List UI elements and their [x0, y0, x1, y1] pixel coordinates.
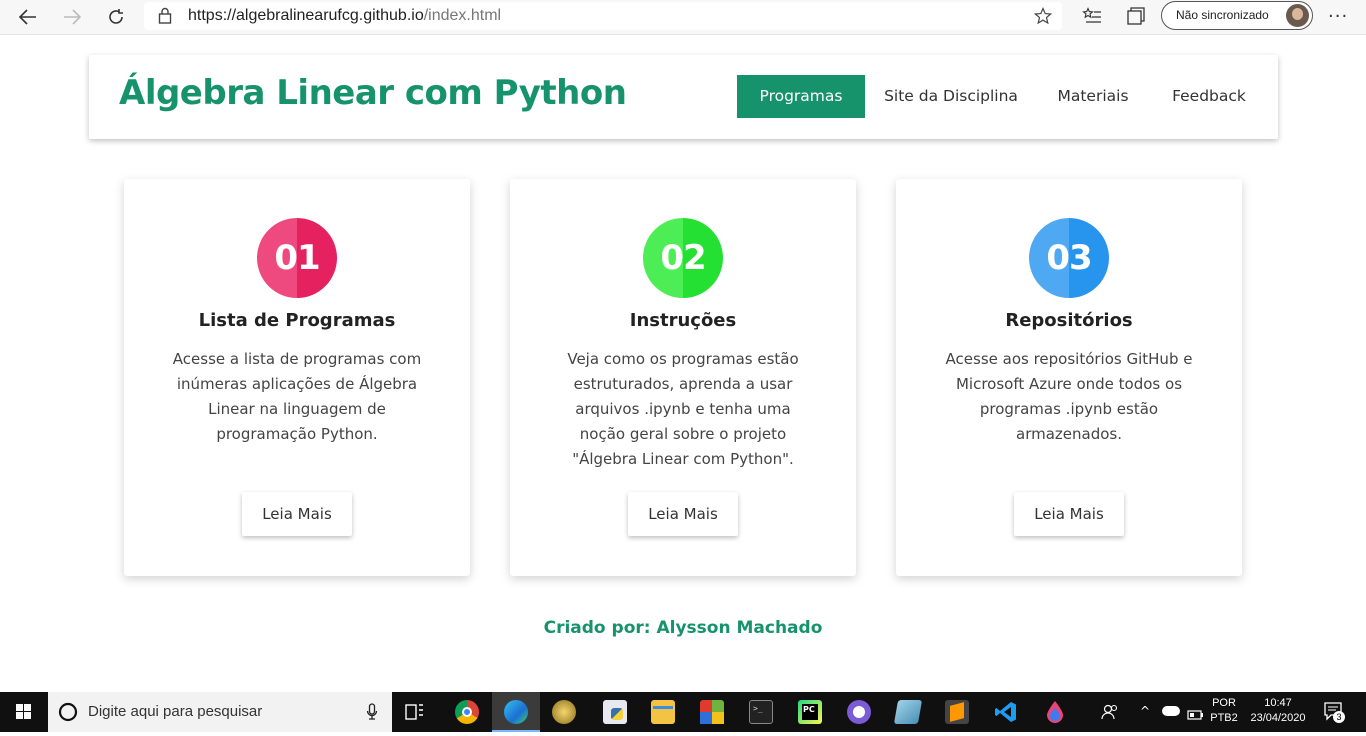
footer-credit: Criado por: Alysson Machado	[543, 618, 823, 638]
favorite-star-icon[interactable]	[1033, 6, 1053, 29]
desc-line: "Álgebra Linear com Python".	[572, 450, 794, 468]
card-description: Veja como os programas estão estruturado…	[546, 347, 820, 472]
desc-line: armazenados.	[1016, 425, 1122, 443]
taskbar: Digite aqui para pesquisar >_ PC ^ POR P…	[0, 692, 1366, 732]
taskbar-search-input[interactable]: Digite aqui para pesquisar	[48, 692, 392, 732]
file-explorer-icon[interactable]	[651, 700, 675, 724]
app-gold-icon[interactable]	[552, 700, 576, 724]
card-title: Lista de Programas	[198, 310, 396, 331]
chevron-up-icon[interactable]: ^	[1140, 704, 1150, 718]
nav-feedback[interactable]: Feedback	[1157, 75, 1261, 118]
keyboard-layout: PTB2	[1210, 712, 1238, 724]
github-desktop-icon[interactable]	[847, 700, 871, 724]
desc-line: estruturados, aprenda a usar	[573, 375, 793, 393]
card-lista-de-programas: 01 Lista de Programas Acesse a lista de …	[124, 179, 470, 576]
desc-line: Linear na linguagem de	[208, 400, 386, 418]
card-description: Acesse aos repositórios GitHub e Microso…	[932, 347, 1206, 447]
forward-icon[interactable]	[58, 4, 86, 30]
desc-line: Microsoft Azure onde todos os	[955, 375, 1183, 393]
app-blue-icon[interactable]	[893, 700, 923, 724]
battery-icon[interactable]	[1187, 706, 1205, 725]
avatar	[1286, 4, 1309, 27]
url-text: https://algebralinearufcg.github.io/inde…	[188, 7, 501, 25]
terminal-icon[interactable]: >_	[749, 700, 773, 724]
browser-toolbar: https://algebralinearufcg.github.io/inde…	[0, 0, 1366, 35]
desc-line: Veja como os programas estão	[567, 350, 799, 368]
desc-line: programação Python.	[216, 425, 378, 443]
droplet-app-icon[interactable]	[1043, 700, 1067, 724]
clock-time: 10:47	[1264, 697, 1292, 709]
chrome-icon[interactable]	[455, 700, 479, 724]
edge-icon	[504, 700, 528, 724]
language-indicator[interactable]: POR PTB2	[1206, 697, 1242, 724]
desc-line: inúmeras aplicações de Álgebra	[176, 375, 418, 393]
nav-site-da-disciplina[interactable]: Site da Disciplina	[873, 75, 1029, 118]
people-icon[interactable]	[1101, 703, 1119, 725]
leia-mais-button[interactable]: Leia Mais	[628, 492, 738, 536]
refresh-icon[interactable]	[102, 4, 130, 30]
desc-line: arquivos .ipynb e tenha uma	[575, 400, 791, 418]
card-instrucoes: 02 Instruções Veja como os programas est…	[510, 179, 856, 576]
desc-line: Acesse a lista de programas com	[172, 350, 422, 368]
edge-taskbar-button[interactable]	[492, 692, 540, 732]
address-bar[interactable]: https://algebralinearufcg.github.io/inde…	[144, 2, 1062, 30]
site-header: Álgebra Linear com Python Programas Site…	[89, 55, 1278, 139]
more-menu-icon[interactable]: ···	[1328, 6, 1348, 27]
lang-code: POR	[1212, 697, 1236, 709]
card-title: Repositórios	[1005, 310, 1133, 331]
site-title: Álgebra Linear com Python	[119, 73, 627, 113]
notification-count-badge: 3	[1333, 711, 1345, 723]
back-icon[interactable]	[14, 4, 42, 30]
desc-line: noção geral sobre o projeto	[579, 425, 787, 443]
badge-number: 03	[1046, 238, 1092, 278]
nav-materiais[interactable]: Materiais	[1045, 75, 1141, 118]
lock-icon	[158, 7, 172, 28]
clock[interactable]: 10:47 23/04/2020	[1246, 697, 1310, 724]
task-view-icon[interactable]	[404, 702, 426, 726]
desc-line: programas .ipynb estão	[979, 400, 1159, 418]
badge-number: 02	[660, 238, 706, 278]
vscode-icon[interactable]	[994, 700, 1018, 724]
profile-sync-button[interactable]: Não sincronizado	[1161, 1, 1313, 30]
app-colorful-icon[interactable]	[700, 700, 724, 724]
badge-number: 01	[274, 238, 320, 278]
sublime-text-icon[interactable]	[945, 700, 969, 724]
url-path: /index.html	[423, 7, 502, 24]
collections-icon[interactable]	[1127, 7, 1145, 29]
onedrive-cloud-icon[interactable]	[1162, 706, 1180, 716]
cortana-circle-icon	[58, 702, 78, 726]
card-repositorios: 03 Repositórios Acesse aos repositórios …	[896, 179, 1242, 576]
favorites-list-icon[interactable]	[1082, 7, 1102, 29]
url-host: https://algebralinearufcg.github.io	[188, 7, 424, 24]
leia-mais-button[interactable]: Leia Mais	[1014, 492, 1124, 536]
python-file-icon[interactable]	[603, 700, 627, 724]
card-description: Acesse a lista de programas com inúmeras…	[160, 347, 434, 447]
windows-start-icon[interactable]	[0, 692, 48, 732]
card-title: Instruções	[629, 310, 737, 331]
number-badge: 01	[257, 218, 337, 298]
nav-programas[interactable]: Programas	[737, 75, 865, 118]
sync-status-label: Não sincronizado	[1176, 8, 1269, 22]
number-badge: 02	[643, 218, 723, 298]
leia-mais-button[interactable]: Leia Mais	[242, 492, 352, 536]
search-placeholder: Digite aqui para pesquisar	[88, 703, 263, 720]
clock-date: 23/04/2020	[1250, 712, 1306, 724]
number-badge: 03	[1029, 218, 1109, 298]
notifications-icon[interactable]: 3	[1323, 701, 1345, 725]
desc-line: Acesse aos repositórios GitHub e	[945, 350, 1193, 368]
microphone-icon[interactable]	[366, 703, 378, 725]
pycharm-icon[interactable]: PC	[798, 700, 822, 724]
